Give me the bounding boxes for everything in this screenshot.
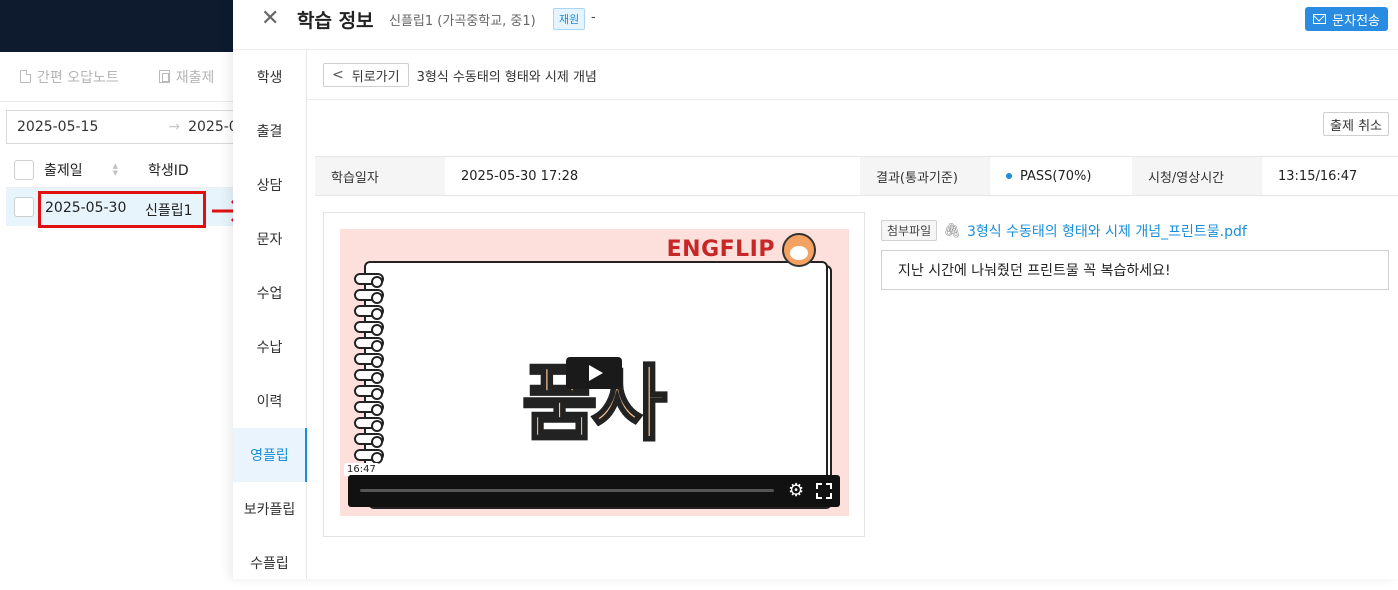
column-header-student-id: 학생ID: [148, 162, 189, 179]
memo-box: 지난 시간에 나눠줬던 프린트물 꼭 복습하세요!: [881, 250, 1389, 290]
nav-item-payment[interactable]: 수납: [233, 320, 306, 374]
send-sms-label: 문자전송: [1332, 13, 1380, 29]
play-icon: [589, 365, 603, 381]
back-label: 뒤로가기: [351, 69, 400, 85]
date-range-picker[interactable]: 2025-05-15 → 2025-05: [6, 110, 247, 144]
result-text: PASS(70%): [1020, 168, 1092, 184]
learning-info-modal: ✕ 학습 정보 신플립1 (가곡중학교, 중1) 재원 - 문자전송 학생 출결…: [233, 0, 1398, 579]
status-badge: 재원: [553, 8, 586, 30]
sort-icon[interactable]: ▲ ▼: [113, 162, 118, 177]
nav-item-vocaflip[interactable]: 보카플립: [233, 482, 306, 536]
send-sms-button[interactable]: 문자전송: [1305, 7, 1388, 31]
spiral-rings: [354, 273, 388, 465]
modal-header: ✕ 학습 정보 신플립1 (가곡중학교, 중1) 재원 - 문자전송: [233, 0, 1398, 50]
copy-icon: [158, 70, 170, 83]
mascot-icon: [782, 233, 816, 267]
nav-item-class[interactable]: 수업: [233, 266, 306, 320]
modal-title: 학습 정보: [297, 10, 374, 32]
watch-time-label: 시청/영상시간: [1132, 157, 1262, 195]
nav-item-attendance[interactable]: 출결: [233, 104, 306, 158]
close-icon[interactable]: ✕: [261, 8, 279, 30]
nav-item-student[interactable]: 학생: [233, 50, 306, 104]
status-dot-icon: [1006, 173, 1012, 179]
nav-item-counseling[interactable]: 상담: [233, 158, 306, 212]
attachment-link[interactable]: 3형식 수동태의 형태와 시제 개념_프린트물.pdf: [967, 221, 1247, 241]
study-info-table: 학습일자 2025-05-30 17:28 결과(통과기준) PASS(70%)…: [315, 156, 1398, 196]
lesson-title: 3형식 수동태의 형태와 시제 개념: [416, 69, 597, 85]
document-icon: [20, 70, 31, 83]
column-date-label: 출제일: [44, 162, 83, 179]
back-button[interactable]: < 뒤로가기: [323, 63, 409, 87]
nav-item-history[interactable]: 이력: [233, 374, 306, 428]
highlight-annotation-box: [38, 191, 206, 228]
nav-item-message[interactable]: 문자: [233, 212, 306, 266]
video-word: 품사: [521, 356, 669, 454]
attachment-label: 첨부파일: [881, 220, 938, 241]
study-date-value: 2025-05-30 17:28: [461, 168, 579, 184]
reassign-button[interactable]: 재출제: [158, 67, 215, 87]
column-header-date[interactable]: 출제일 ▲ ▼: [44, 160, 140, 180]
video-card: ENGFLIP 품사 16:47 ⚙: [323, 212, 865, 537]
quick-note-label: 간편 오답노트: [37, 69, 119, 86]
row-checkbox[interactable]: [14, 197, 34, 217]
toolbar: 간편 오답노트 재출제: [0, 52, 240, 102]
paperclip-icon: 🖇: [943, 222, 961, 239]
arrow-right-icon: →: [168, 119, 181, 135]
progress-track[interactable]: [360, 489, 774, 492]
fullscreen-icon[interactable]: [816, 483, 832, 499]
quick-note-button[interactable]: 간편 오답노트: [20, 67, 119, 87]
table-header: 출제일 ▲ ▼ 학생ID: [6, 152, 240, 188]
result-label: 결과(통과기준): [860, 157, 990, 195]
nav-item-mathflip[interactable]: 수플립: [233, 536, 306, 590]
student-info: 신플립1 (가곡중학교, 중1): [389, 14, 536, 29]
divider: [307, 99, 1398, 100]
select-all-checkbox[interactable]: [14, 159, 34, 180]
play-button[interactable]: [566, 357, 622, 389]
video-control-bar: ⚙: [348, 475, 840, 507]
status-dash: -: [591, 10, 596, 25]
brand-logo: ENGFLIP: [666, 237, 775, 262]
watch-time-value: 13:15/16:47: [1278, 168, 1358, 184]
date-from: 2025-05-15: [17, 119, 99, 135]
reassign-label: 재출제: [175, 69, 215, 86]
study-date-label: 학습일자: [315, 157, 445, 195]
mail-icon: [1313, 14, 1327, 24]
attachment-row: 첨부파일 🖇 3형식 수동태의 형태와 시제 개념_프린트물.pdf: [881, 220, 1247, 241]
video-player[interactable]: ENGFLIP 품사 16:47 ⚙: [340, 229, 849, 516]
app-top-bar: [0, 0, 240, 52]
cancel-assignment-button[interactable]: 출제 취소: [1323, 112, 1389, 136]
back-row: < 뒤로가기 3형식 수동태의 형태와 시제 개념: [323, 62, 597, 88]
nav-item-engflip[interactable]: 영플립: [233, 428, 307, 482]
modal-content: < 뒤로가기 3형식 수동태의 형태와 시제 개념 출제 취소 학습일자 202…: [307, 50, 1398, 579]
chevron-left-icon: <: [332, 67, 344, 83]
result-value: PASS(70%): [990, 157, 1132, 195]
gear-icon[interactable]: ⚙: [788, 482, 806, 500]
modal-side-nav: 학생 출결 상담 문자 수업 수납 이력 영플립 보카플립 수플립: [233, 50, 307, 579]
